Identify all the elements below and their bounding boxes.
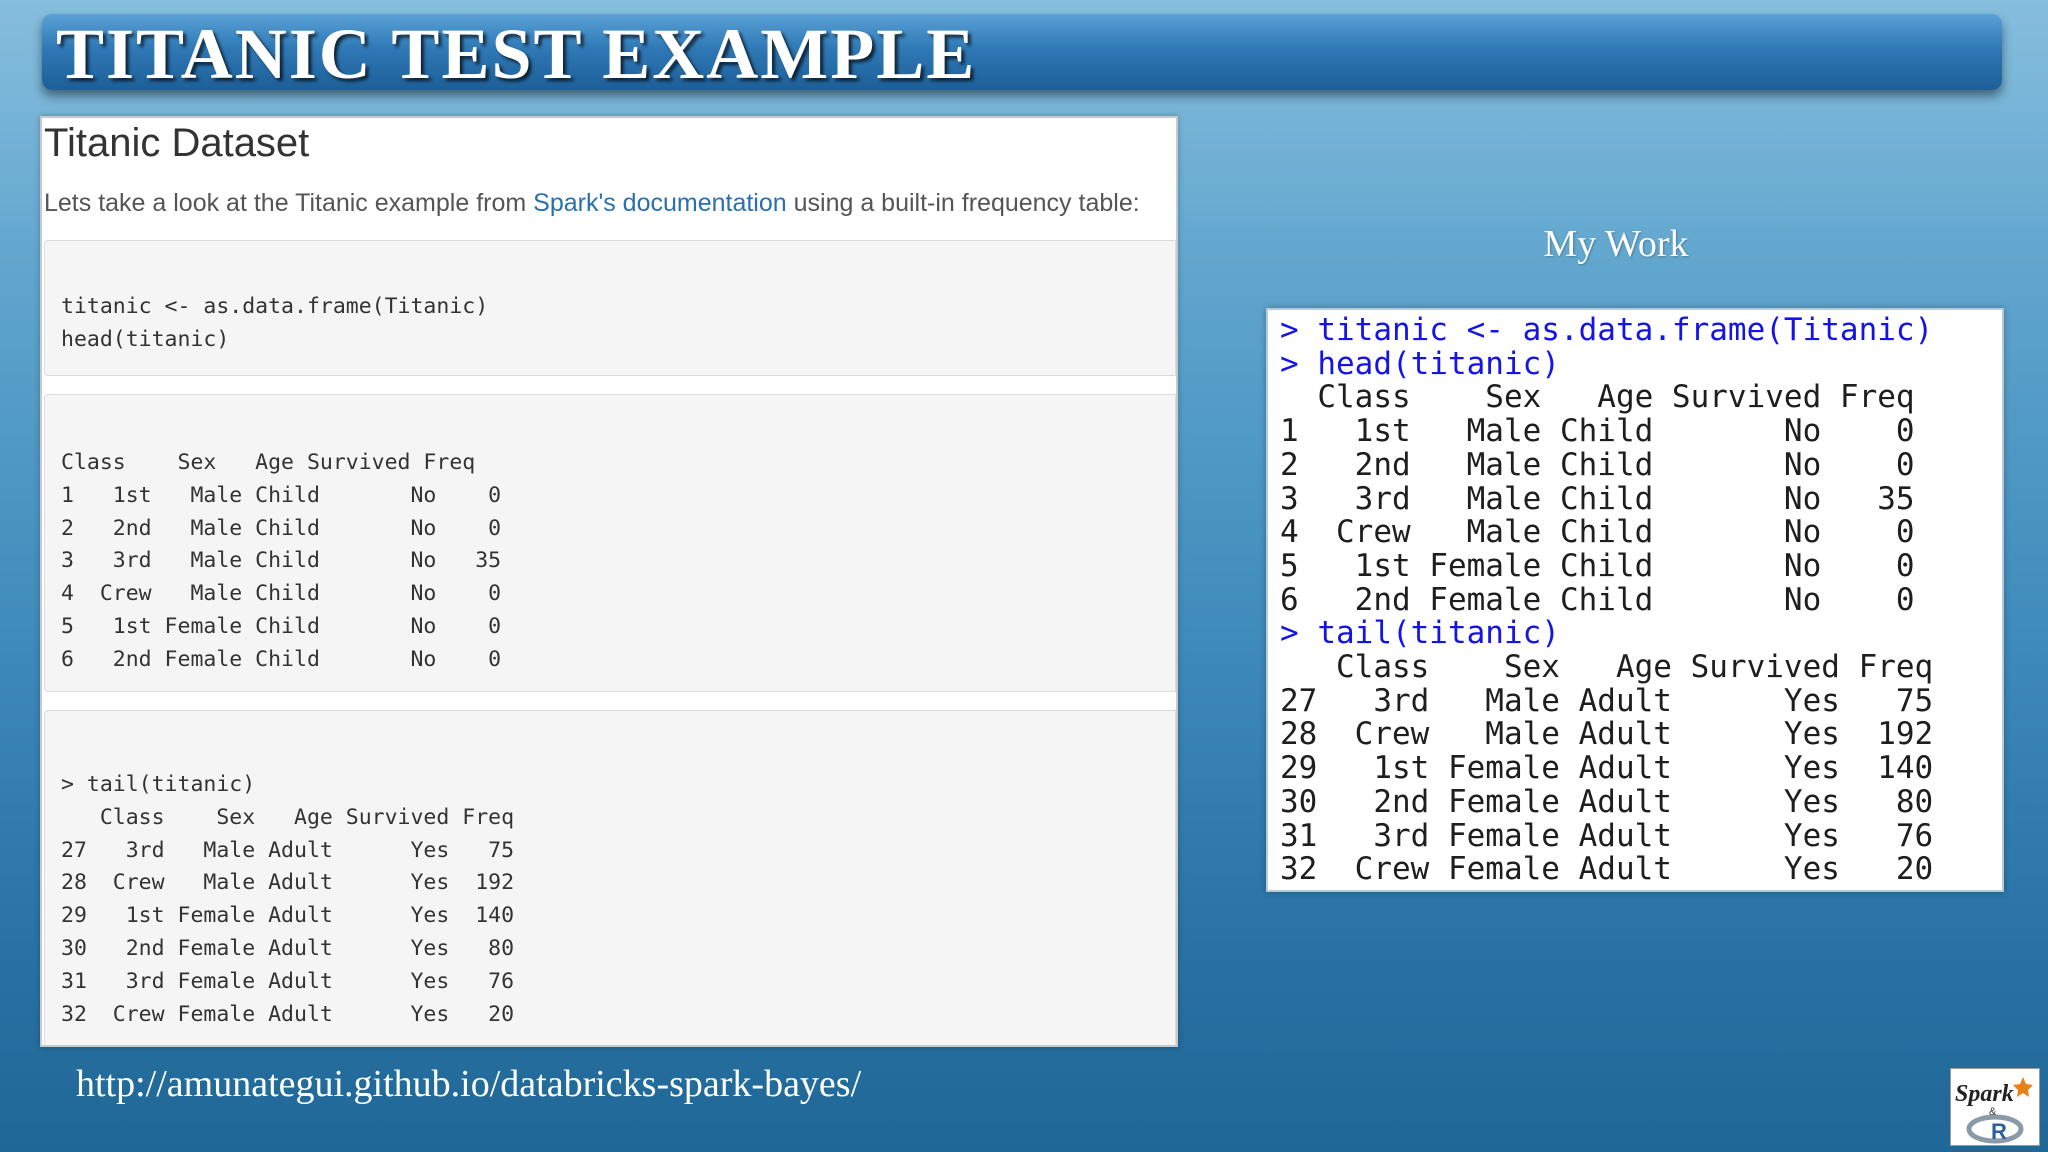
console-text: > titanic <- as.data.frame(Titanic) > he… bbox=[1280, 312, 1934, 888]
dataset-heading: Titanic Dataset bbox=[44, 121, 310, 165]
dataset-intro: Lets take a look at the Titanic example … bbox=[44, 188, 1140, 218]
console-head-output: Class Sex Age Survived Freq 1 1st Male C… bbox=[1280, 379, 1915, 618]
tail-output-block: > tail(titanic) Class Sex Age Survived F… bbox=[44, 710, 1176, 1045]
console-cmd-tail: > tail(titanic) bbox=[1280, 615, 1560, 652]
head-output-text: Class Sex Age Survived Freq 1 1st Male C… bbox=[61, 450, 502, 672]
titanic-dataset-screenshot: Titanic Dataset Lets take a look at the … bbox=[40, 116, 1178, 1047]
title-bar: TITANIC TEST EXAMPLE bbox=[42, 14, 2002, 90]
console-tail-output: Class Sex Age Survived Freq 27 3rd Male … bbox=[1280, 649, 1934, 888]
head-output-block: Class Sex Age Survived Freq 1 1st Male C… bbox=[44, 394, 1176, 692]
tail-output-text: > tail(titanic) Class Sex Age Survived F… bbox=[61, 772, 515, 1027]
logo-r-text: R bbox=[1991, 1119, 2007, 1144]
my-work-label: My Work bbox=[1543, 223, 1689, 265]
code-block: titanic <- as.data.frame(Titanic) head(t… bbox=[44, 240, 1176, 376]
console-cmd-head: > titanic <- as.data.frame(Titanic) > he… bbox=[1280, 312, 1934, 382]
slide-title: TITANIC TEST EXAMPLE bbox=[56, 14, 977, 94]
logo-spark-text: Spark bbox=[1955, 1081, 2014, 1107]
intro-text-before: Lets take a look at the Titanic example … bbox=[44, 189, 534, 217]
spark-docs-link[interactable]: Spark's documentation bbox=[533, 189, 787, 217]
spark-and-r-logo-icon: Spark & R bbox=[1950, 1068, 2040, 1146]
source-url[interactable]: http://amunategui.github.io/databricks-s… bbox=[76, 1062, 861, 1106]
code-block-text: titanic <- as.data.frame(Titanic) head(t… bbox=[61, 294, 489, 352]
r-console-screenshot: > titanic <- as.data.frame(Titanic) > he… bbox=[1266, 308, 2004, 892]
intro-text-after: using a built-in frequency table: bbox=[786, 189, 1140, 217]
